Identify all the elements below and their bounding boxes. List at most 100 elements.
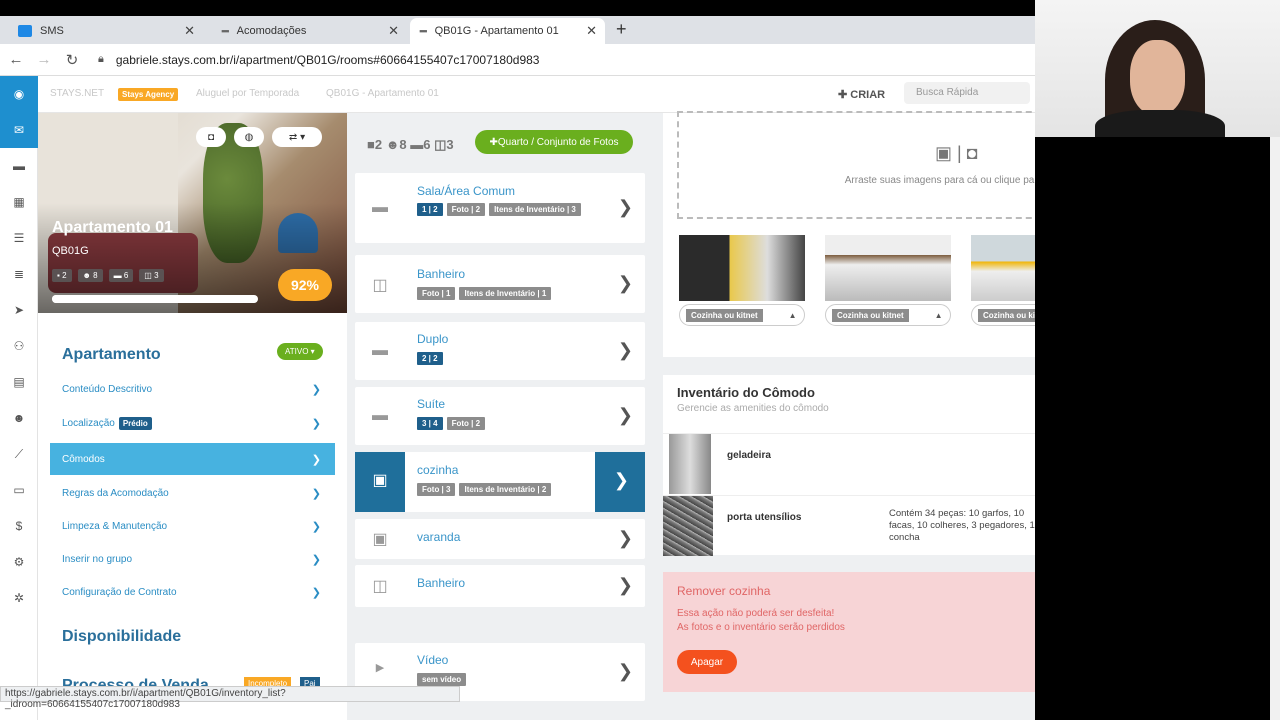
image-camera-icon: ▣ | ◘ — [935, 143, 978, 163]
table-icon[interactable]: ▤ — [0, 364, 38, 400]
chevron-right-icon: ❯ — [311, 487, 321, 500]
chevron-right-icon: ❯ — [617, 197, 633, 217]
listing-stats: ▪ 2 ☻ 8 ▬ 6 ◫ 3 — [52, 269, 164, 282]
caret-icon: ▲ — [934, 310, 943, 320]
menu-item-localizacao[interactable]: Localização Prédio ❯ — [50, 407, 335, 439]
menu-item-regras[interactable]: Regras da Acomodação ❯ — [50, 477, 335, 509]
list-icon[interactable]: ≣ — [0, 256, 38, 292]
youtube-icon: ▶ — [375, 662, 385, 674]
gear-icon[interactable]: ⚙ — [0, 544, 38, 580]
inventory-card: Inventário do Cômodo Gerencie as ameniti… — [663, 375, 1035, 556]
room-item[interactable]: ▬ Suíte 3 | 4 Foto | 2 ❯ — [355, 387, 645, 445]
photo-thumb[interactable] — [825, 235, 951, 301]
add-room-button[interactable]: ✚ Quarto / Conjunto de Fotos — [475, 130, 633, 154]
menu-item-grupo[interactable]: Inserir no grupo ❯ — [50, 543, 335, 575]
bath-icon: ◫ — [372, 578, 388, 595]
chevron-right-icon: ❯ — [617, 273, 633, 293]
url-text[interactable]: gabriele.stays.com.br/i/apartment/QB01G/… — [116, 53, 540, 67]
close-tab-icon[interactable]: ✕ — [586, 23, 597, 39]
reload-icon[interactable]: ↻ — [60, 51, 84, 69]
camera-icon: ◘ — [207, 131, 215, 143]
menu-item-conteudo[interactable]: Conteúdo Descritivo ❯ — [50, 373, 335, 405]
menu-item-limpeza[interactable]: Limpeza & Manutenção ❯ — [50, 510, 335, 542]
webcam-overlay — [1035, 0, 1280, 137]
exchange-dropdown[interactable]: ⇄ ▾ — [272, 127, 322, 147]
calendar-icon[interactable]: ▦ — [0, 184, 38, 220]
bed-icon: ▬ — [372, 342, 388, 359]
chevron-right-icon: ❯ — [311, 417, 321, 430]
globe-icon: ◍ — [244, 131, 254, 143]
inventory-subtitle: Gerencie as amenities do cômodo — [677, 403, 829, 414]
new-tab-button[interactable]: + — [616, 19, 627, 40]
dashboard-icon[interactable]: ◉ — [0, 76, 38, 112]
photo-category-select[interactable]: Cozinha ou kitnet▲ — [825, 304, 951, 326]
listing-title: Apartamento 01 — [52, 219, 173, 236]
menu-item-comodos[interactable]: Cômodos ❯ — [50, 443, 335, 475]
chevron-right-icon: ❯ — [617, 575, 633, 595]
sitemap-icon[interactable]: ⚇ — [0, 328, 38, 364]
chat-icon[interactable]: ✉︎ — [0, 112, 38, 148]
delete-room-button[interactable]: Apagar — [677, 650, 737, 674]
chevron-right-icon: ❯ — [311, 520, 321, 533]
chart-icon[interactable]: ⟋ — [0, 436, 38, 472]
back-icon[interactable]: ← — [4, 51, 28, 68]
photo-thumb[interactable] — [679, 235, 805, 301]
image-icon: ▣ — [372, 472, 388, 489]
bed-icon: ▬ — [372, 199, 388, 216]
chevron-right-icon: ❯ — [311, 453, 321, 466]
users-icon[interactable]: ☻ — [0, 400, 38, 436]
scrollbar[interactable] — [1270, 137, 1280, 720]
image-icon: ▣ — [372, 531, 388, 548]
photo-category-select[interactable]: Cozinha ou kitnet▲ — [971, 304, 1035, 326]
money-icon[interactable]: $ — [0, 508, 38, 544]
search-input[interactable]: Busca Rápida — [904, 82, 1030, 104]
tab-sms[interactable]: SMS ✕ — [8, 18, 203, 44]
exchange-icon: ⇄ ▾ — [288, 131, 306, 143]
cogs-icon[interactable]: ✲ — [0, 580, 38, 616]
completion-percent: 92% — [278, 269, 332, 301]
brand-link[interactable]: STAYS.NET — [50, 88, 104, 99]
agency-badge: Stays Agency — [118, 88, 179, 101]
room-item[interactable]: ▬ Sala/Área Comum 1 | 2 Foto | 2 Itens de … — [355, 173, 645, 243]
status-bar: https://gabriele.stays.com.br/i/apartmen… — [0, 686, 460, 710]
inventory-row: geladeira sim 1 bom ✎ — [663, 433, 1035, 495]
predio-badge: Prédio — [118, 416, 152, 430]
photo-category-select[interactable]: Cozinha ou kitnet▲ — [679, 304, 805, 326]
menu-heading-apartamento: Apartamento — [62, 346, 161, 363]
database-icon[interactable]: ☰ — [0, 220, 38, 256]
monitor-icon[interactable]: ▭ — [0, 472, 38, 508]
chevron-right-icon: ❯ — [617, 528, 633, 548]
photo-dropzone[interactable]: ▣ | ◘ Arraste suas imagens para cá ou cl… — [677, 111, 1035, 219]
menu-heading-disponibilidade[interactable]: Disponibilidade — [62, 628, 181, 646]
rooms-column: ■2 ☻8 ▬6 ◫3 ✚ Quarto / Conjunto de Fotos… — [347, 113, 655, 720]
camera-button[interactable]: ◘ — [196, 127, 226, 147]
chevron-right-icon: ❯ — [311, 553, 321, 566]
tab-apartamento[interactable]: ━ QB01G - Apartamento 01 ✕ — [410, 18, 605, 44]
lock-icon: 🔒︎ — [98, 53, 104, 65]
tab-acomodacoes[interactable]: ━ Acomodações ✕ — [212, 18, 407, 44]
listing-code: QB01G — [52, 245, 89, 257]
room-item[interactable]: ▣ varanda ❯ — [355, 519, 645, 559]
room-item[interactable]: ◫ Banheiro ❯ — [355, 565, 645, 607]
forward-icon[interactable]: → — [32, 51, 56, 68]
inventory-title: Inventário do Cômodo — [677, 385, 815, 400]
close-tab-icon[interactable]: ✕ — [184, 23, 195, 39]
criar-button[interactable]: ✚ CRIAR — [838, 88, 885, 101]
breadcrumb-aluguel[interactable]: Aluguel por Temporada — [196, 88, 299, 99]
plus-icon: ✚ — [489, 136, 498, 148]
globe-button[interactable]: ◍ — [234, 127, 264, 147]
menu-item-contrato[interactable]: Configuração de Contrato ❯ — [50, 576, 335, 608]
send-icon[interactable]: ➤ — [0, 292, 38, 328]
room-item[interactable]: ◫ Banheiro Foto | 1 Itens de Inventário |… — [355, 255, 645, 313]
sidebar: ◉ ✉︎ ▬ ▦ ☰ ≣ ➤ ⚇ ▤ ☻ ⟋ ▭ $ ⚙ ✲ — [0, 76, 38, 720]
bed-icon[interactable]: ▬ — [0, 148, 38, 184]
room-item-selected[interactable]: ▣ cozinha Foto | 3 Itens de Inventário | … — [355, 452, 645, 512]
listing-menu: Apartamento ATIVO ▾ Conteúdo Descritivo ❯… — [38, 313, 347, 720]
status-dropdown[interactable]: ATIVO ▾ — [277, 343, 323, 360]
photo-thumb[interactable] — [971, 235, 1035, 301]
completion-bar-fill — [52, 295, 242, 303]
room-item[interactable]: ▬ Duplo 2 | 2 ❯ — [355, 322, 645, 380]
close-tab-icon[interactable]: ✕ — [388, 23, 399, 39]
item-photo — [663, 496, 713, 556]
breadcrumb-apartamento[interactable]: QB01G - Apartamento 01 — [326, 88, 439, 99]
